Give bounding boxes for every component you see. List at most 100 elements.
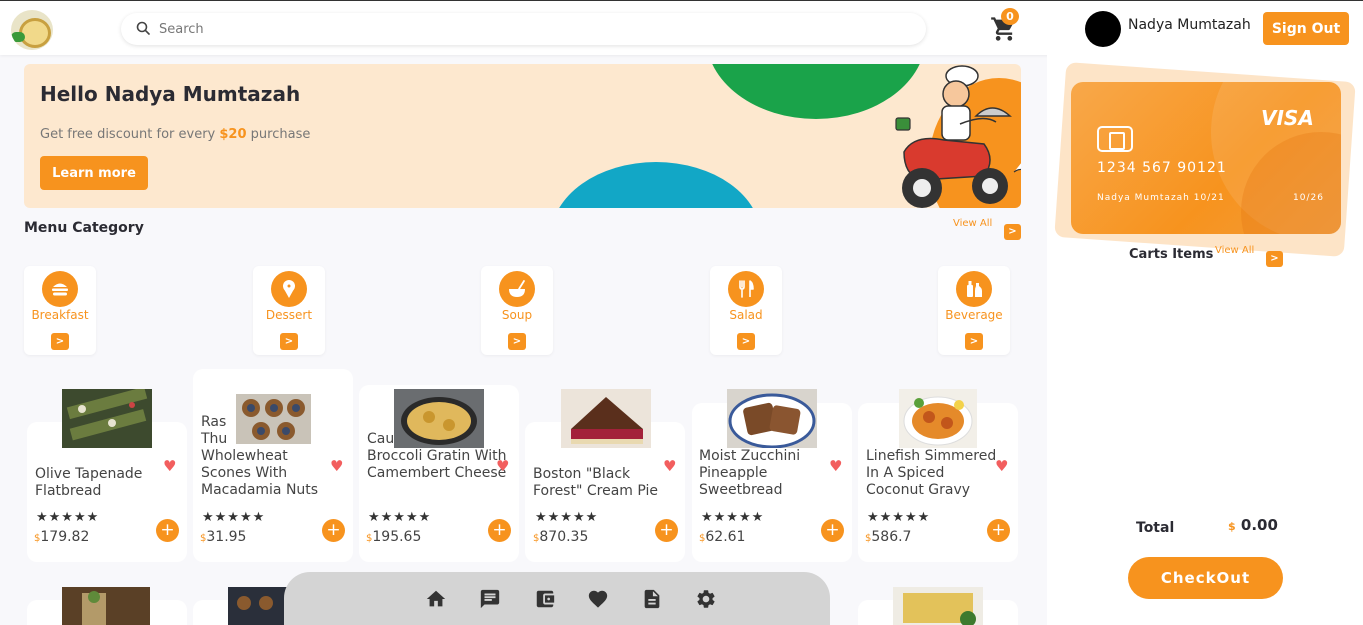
promo-suffix: purchase — [246, 127, 311, 142]
category-dessert[interactable]: Dessert > — [253, 266, 325, 355]
rating-stars: ★★★★★ — [535, 510, 599, 525]
sign-out-button[interactable]: Sign Out — [1263, 12, 1349, 45]
favorite-heart-icon[interactable]: ♥ — [995, 457, 1008, 475]
product-name: Boston "Black Forest" Cream Pie — [533, 466, 658, 499]
product-image — [727, 389, 817, 448]
rating-stars: ★★★★★ — [202, 510, 266, 525]
category-beverage[interactable]: Beverage > — [938, 266, 1010, 355]
decor-circle-blue — [551, 162, 761, 208]
category-arrow-button[interactable]: > — [737, 333, 755, 350]
soup-icon-badge — [499, 271, 535, 307]
favorite-heart-icon[interactable]: ♥ — [496, 457, 509, 475]
document-icon[interactable] — [641, 588, 663, 610]
menu-category-title: Menu Category — [24, 220, 144, 236]
wallet-icon[interactable] — [534, 588, 556, 610]
menu-view-all-arrow[interactable]: > — [1004, 224, 1021, 240]
home-icon[interactable] — [425, 588, 447, 610]
add-to-cart-button[interactable]: + — [821, 519, 844, 542]
price-value: 179.82 — [40, 529, 90, 545]
user-avatar[interactable] — [1085, 11, 1121, 47]
category-label: Dessert — [265, 308, 313, 322]
product-image — [561, 389, 651, 448]
price-value: 31.95 — [206, 529, 247, 545]
search-bar[interactable] — [121, 13, 926, 45]
card-brand: VISA — [1261, 106, 1314, 130]
rating-stars: ★★★★★ — [36, 510, 100, 525]
product-image — [62, 389, 152, 448]
category-breakfast[interactable]: Breakfast > — [24, 266, 96, 355]
category-arrow-button[interactable]: > — [965, 333, 983, 350]
promo-amount: $20 — [219, 127, 247, 142]
app-logo[interactable] — [11, 10, 53, 50]
product-image — [394, 389, 484, 448]
category-label: Soup — [501, 308, 533, 322]
product-image — [62, 587, 150, 625]
rating-stars: ★★★★★ — [701, 510, 765, 525]
burger-icon — [52, 283, 68, 296]
fork-knife-icon-badge — [728, 271, 764, 307]
price-value: 62.61 — [705, 529, 746, 545]
favorite-heart-icon[interactable]: ♥ — [663, 457, 676, 475]
product-price: $62.61 — [699, 529, 745, 545]
product-price: $179.82 — [34, 529, 89, 545]
bottom-navigation — [284, 572, 830, 625]
product-price: $586.7 — [865, 529, 911, 545]
heart-icon[interactable] — [587, 588, 609, 610]
product-name: Broccoli Gratin With Camembert Cheese — [367, 448, 507, 481]
card-holder: Nadya Mumtazah 10/21 — [1097, 193, 1225, 203]
price-value: 586.7 — [871, 529, 912, 545]
search-input[interactable] — [159, 19, 859, 39]
card-chip-icon — [1097, 126, 1133, 152]
category-arrow-button[interactable]: > — [280, 333, 298, 350]
add-to-cart-button[interactable]: + — [488, 519, 511, 542]
menu-view-all-link[interactable]: View All — [953, 218, 992, 229]
beverage-icon-badge — [956, 271, 992, 307]
rating-stars: ★★★★★ — [867, 510, 931, 525]
total-label: Total — [1136, 520, 1175, 536]
add-to-cart-button[interactable]: + — [987, 519, 1010, 542]
promo-text: Get free discount for every $20 purchase — [40, 127, 310, 142]
search-icon — [136, 21, 150, 35]
category-salad[interactable]: Salad > — [710, 266, 782, 355]
payment-card[interactable]: VISA 1234 567 90121 Nadya Mumtazah 10/21… — [1071, 82, 1341, 234]
product-name: Wholewheat Scones With Macadamia Nuts — [201, 448, 319, 498]
cart-view-all-link[interactable]: View All — [1215, 245, 1254, 256]
total-value: 0.00 — [1240, 516, 1278, 534]
rating-stars: ★★★★★ — [368, 510, 432, 525]
category-label: Salad — [729, 308, 763, 322]
category-arrow-button[interactable]: > — [508, 333, 526, 350]
product-image — [236, 394, 311, 444]
settings-gear-icon[interactable] — [695, 588, 717, 610]
greeting-heading: Hello Nadya Mumtazah — [40, 82, 301, 106]
chat-icon[interactable] — [479, 588, 501, 610]
add-to-cart-button[interactable]: + — [156, 519, 179, 542]
product-name-overlap: Cau — [367, 431, 395, 447]
cart-count-badge: 0 — [1001, 8, 1019, 25]
favorite-heart-icon[interactable]: ♥ — [330, 457, 343, 475]
product-name: Olive Tapenade Flatbread — [35, 466, 143, 499]
carts-items-title: Carts Items — [1129, 247, 1214, 262]
card-expiry: 10/26 — [1293, 193, 1324, 203]
learn-more-button[interactable]: Learn more — [40, 156, 148, 190]
burger-icon-badge — [42, 271, 78, 307]
favorite-heart-icon[interactable]: ♥ — [163, 457, 176, 475]
favorite-heart-icon[interactable]: ♥ — [829, 457, 842, 475]
product-name: Linefish Simmered In A Spiced Coconut Gr… — [866, 448, 997, 498]
add-to-cart-button[interactable]: + — [322, 519, 345, 542]
user-name: Nadya Mumtazah — [1128, 17, 1251, 33]
checkout-button[interactable]: CheckOut — [1128, 557, 1283, 599]
delivery-chef-illustration — [895, 65, 1021, 208]
cart-view-all-arrow[interactable]: > — [1266, 251, 1283, 267]
add-to-cart-button[interactable]: + — [655, 519, 678, 542]
ice-cream-icon — [283, 280, 295, 298]
category-soup[interactable]: Soup > — [481, 266, 553, 355]
fork-knife-icon — [739, 280, 754, 298]
price-value: 870.35 — [539, 529, 589, 545]
soup-icon — [509, 280, 525, 297]
category-label: Beverage — [945, 308, 1003, 322]
card-number: 1234 567 90121 — [1097, 160, 1227, 176]
product-image — [899, 389, 977, 448]
ice-cream-icon-badge — [271, 271, 307, 307]
category-arrow-button[interactable]: > — [51, 333, 69, 350]
product-image — [893, 587, 983, 625]
